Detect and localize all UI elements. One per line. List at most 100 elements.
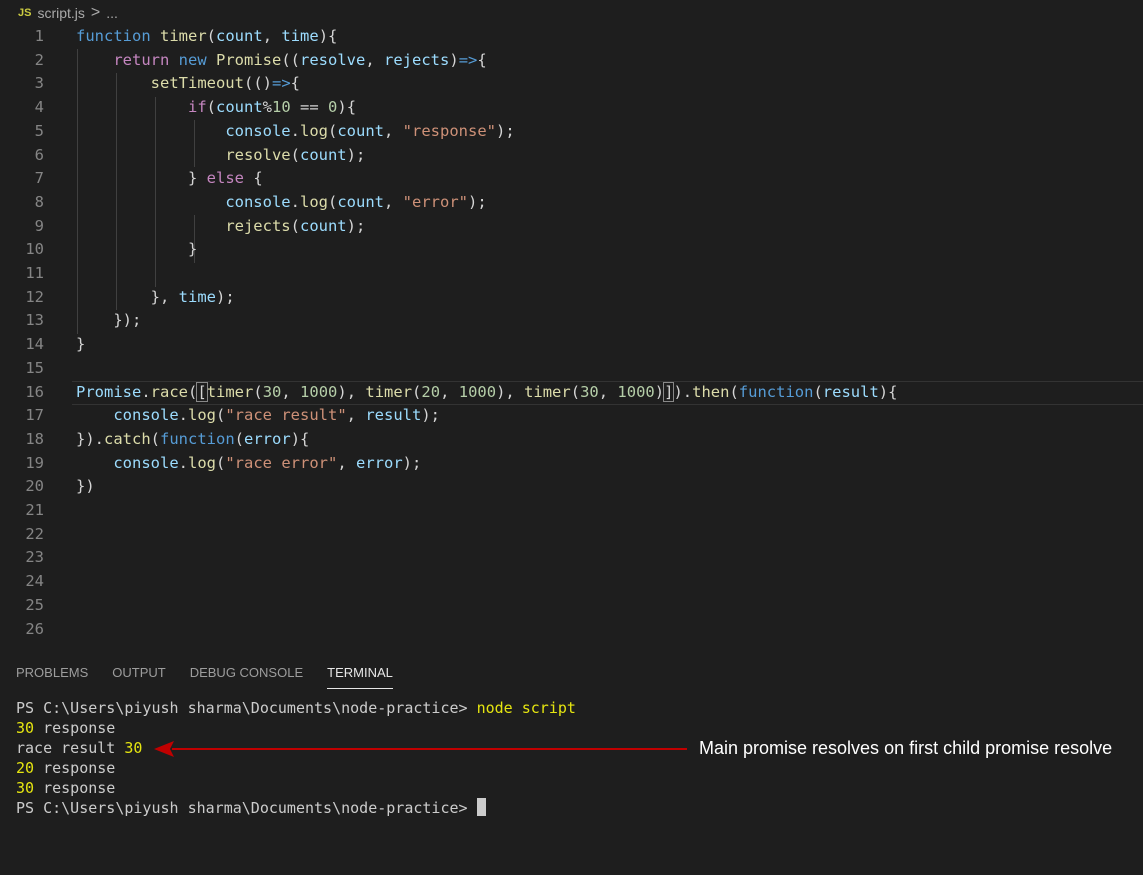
code-line[interactable]: 10 } bbox=[0, 238, 1143, 262]
code-line[interactable]: 22 bbox=[0, 523, 1143, 547]
code-token: 1000 bbox=[617, 382, 655, 401]
code-token: ); bbox=[346, 216, 366, 235]
code-text: }).catch(function(error){ bbox=[76, 428, 309, 452]
code-line[interactable]: 20}) bbox=[0, 475, 1143, 499]
code-line[interactable]: 7 } else { bbox=[0, 167, 1143, 191]
code-token: setTimeout bbox=[150, 74, 244, 93]
line-number: 15 bbox=[25, 358, 44, 377]
code-token: , bbox=[598, 382, 618, 401]
code-token: log bbox=[299, 121, 328, 140]
code-token: . bbox=[178, 406, 188, 425]
line-number: 1 bbox=[34, 27, 44, 45]
code-line[interactable]: 24 bbox=[0, 570, 1143, 594]
code-token: if bbox=[187, 98, 207, 117]
code-token: then bbox=[692, 382, 730, 401]
code-text: rejects(count); bbox=[76, 215, 365, 239]
code-token: resolve bbox=[225, 145, 291, 164]
line-number: 9 bbox=[34, 216, 44, 235]
code-token: } bbox=[76, 169, 207, 188]
code-token: timer bbox=[365, 382, 413, 401]
breadcrumb: JS script.js > ... bbox=[0, 0, 1143, 26]
code-line[interactable]: 3 setTimeout(()=>{ bbox=[0, 72, 1143, 96]
code-token: ); bbox=[215, 287, 235, 306]
code-token: , bbox=[384, 121, 403, 140]
line-number: 26 bbox=[25, 619, 44, 638]
code-line[interactable]: 23 bbox=[0, 546, 1143, 570]
code-token: ); bbox=[346, 145, 366, 164]
code-line[interactable]: 4 if(count%10 == 0){ bbox=[0, 96, 1143, 120]
code-line[interactable]: 19 console.log("race error", error); bbox=[0, 452, 1143, 476]
code-token: Promise bbox=[76, 382, 142, 401]
code-token: ) bbox=[654, 382, 665, 401]
terminal-command-line: PS C:\Users\piyush sharma\Documents\node… bbox=[16, 698, 1126, 718]
line-number: 3 bbox=[34, 74, 44, 93]
code-line[interactable]: 13 }); bbox=[0, 309, 1143, 333]
code-token: timer bbox=[524, 382, 571, 401]
code-token: 30 bbox=[262, 382, 282, 401]
code-token: ), bbox=[337, 382, 366, 401]
code-token: ( bbox=[253, 382, 263, 401]
code-line[interactable]: 18 }).catch(function(error){ bbox=[0, 428, 1143, 452]
terminal-output-line: 30 response bbox=[16, 779, 116, 797]
terminal-prompt-line: PS C:\Users\piyush sharma\Documents\node… bbox=[16, 798, 1126, 818]
code-line[interactable]: 9 rejects(count); bbox=[0, 215, 1143, 239]
code-token: , bbox=[440, 382, 459, 401]
code-line[interactable]: 2 return new Promise((resolve, rejects)=… bbox=[0, 49, 1143, 73]
code-token: { bbox=[243, 169, 263, 188]
line-number: 21 bbox=[25, 501, 44, 519]
code-token: log bbox=[299, 192, 328, 211]
code-line[interactable]: 26 bbox=[0, 618, 1143, 642]
line-number: 22 bbox=[25, 524, 44, 543]
code-line[interactable]: 16 Promise.race([timer(30, 1000), timer(2… bbox=[0, 381, 1143, 405]
line-number: 12 bbox=[25, 287, 44, 306]
code-token: count bbox=[337, 121, 384, 140]
code-line[interactable]: 12 }, time); bbox=[0, 286, 1143, 310]
code-line[interactable]: 17 console.log("race result", result); bbox=[0, 404, 1143, 428]
code-token: => bbox=[458, 50, 478, 69]
code-token: , bbox=[281, 382, 301, 401]
code-token: , bbox=[365, 50, 385, 69]
tab-problems[interactable]: PROBLEMS bbox=[16, 661, 88, 684]
terminal-cursor bbox=[476, 798, 486, 816]
breadcrumb-more[interactable]: ... bbox=[106, 5, 118, 21]
code-token: console bbox=[113, 406, 179, 425]
code-line[interactable]: 21 bbox=[0, 499, 1143, 523]
line-number: 18 bbox=[25, 429, 44, 448]
code-token: . bbox=[290, 121, 300, 140]
code-line[interactable]: 1 function timer(count, time){ bbox=[0, 25, 1143, 49]
code-line[interactable]: 6 resolve(count); bbox=[0, 144, 1143, 168]
code-token: error bbox=[356, 453, 403, 472]
code-line[interactable]: 8 console.log(count, "error"); bbox=[0, 191, 1143, 215]
code-line[interactable]: 11 bbox=[0, 262, 1143, 286]
tab-terminal[interactable]: TERMINAL bbox=[327, 661, 393, 689]
code-token: } bbox=[76, 240, 198, 259]
code-token: ). bbox=[673, 382, 693, 401]
code-token: ){ bbox=[318, 27, 338, 45]
code-text: } bbox=[76, 238, 197, 262]
code-line[interactable]: 25 bbox=[0, 594, 1143, 618]
line-number: 16 bbox=[25, 382, 44, 401]
code-token: ( bbox=[813, 382, 823, 401]
code-token: (( bbox=[281, 50, 301, 69]
code-token: ) bbox=[449, 50, 459, 69]
line-number: 6 bbox=[34, 145, 44, 164]
code-line[interactable]: 5 console.log(count, "response"); bbox=[0, 120, 1143, 144]
code-editor[interactable]: 1 function timer(count, time){2 return ne… bbox=[0, 25, 1143, 647]
code-token: == bbox=[290, 98, 329, 117]
code-token: count bbox=[216, 98, 263, 117]
code-token: 1000 bbox=[300, 382, 338, 401]
code-line[interactable]: 14} bbox=[0, 333, 1143, 357]
breadcrumb-file[interactable]: script.js bbox=[37, 5, 84, 21]
code-line[interactable]: 15 bbox=[0, 357, 1143, 381]
tab-output[interactable]: OUTPUT bbox=[112, 661, 165, 684]
line-number: 4 bbox=[34, 98, 44, 117]
panel-tabs: PROBLEMS OUTPUT DEBUG CONSOLE TERMINAL bbox=[0, 656, 1143, 689]
code-text: } else { bbox=[76, 167, 263, 191]
tab-debug-console[interactable]: DEBUG CONSOLE bbox=[190, 661, 303, 684]
code-token: console bbox=[225, 192, 291, 211]
code-token: (() bbox=[243, 74, 272, 93]
